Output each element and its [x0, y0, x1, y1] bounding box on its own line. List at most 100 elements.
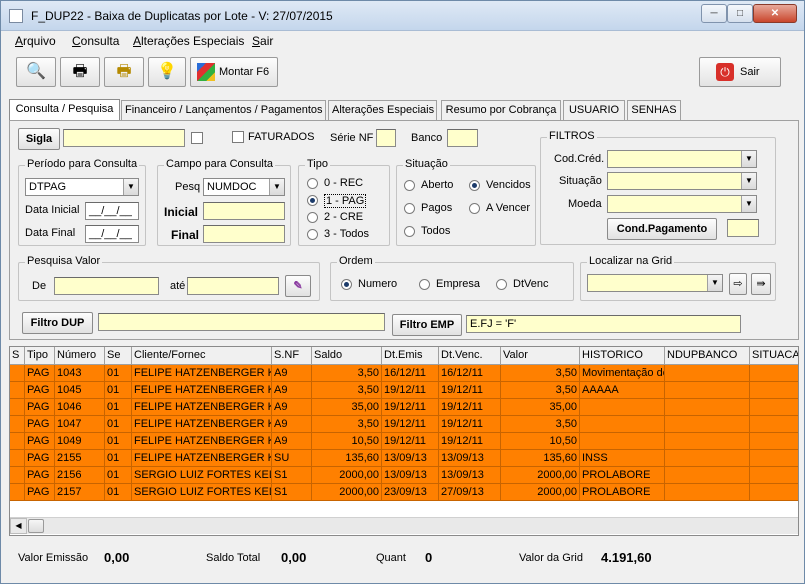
- sigla-button[interactable]: Sigla: [18, 128, 60, 150]
- inicial-input[interactable]: [203, 202, 285, 220]
- codcred-label: Cod.Créd.: [554, 153, 605, 165]
- filtro-dup-input[interactable]: [98, 313, 385, 331]
- table-row[interactable]: PAG 2155 01 FELIPE HATZENBERGER K SU 135,60 13…: [10, 450, 798, 467]
- grid-cell: 13/09/13: [439, 450, 501, 467]
- filtro-dup-button[interactable]: Filtro DUP: [22, 312, 93, 334]
- grid-header-10[interactable]: HISTORICO: [580, 347, 665, 365]
- sit-avencer-radio[interactable]: [469, 203, 480, 214]
- sit-pagos-radio[interactable]: [404, 203, 415, 214]
- tab-senhas[interactable]: SENHAS: [627, 100, 681, 120]
- grid-header-9[interactable]: Valor: [501, 347, 580, 365]
- find-next-button[interactable]: ⇨: [729, 273, 747, 295]
- sair-button[interactable]: ⏻ Sair: [699, 57, 781, 87]
- faturados-checkbox[interactable]: [232, 131, 244, 143]
- localizar-label: Localizar na Grid: [587, 255, 675, 267]
- table-row[interactable]: PAG 1047 01 FELIPE HATZENBERGER K A9 3,50 19/1…: [10, 416, 798, 433]
- menu-alteracoes-especiais[interactable]: Alterações Especiais: [133, 34, 244, 48]
- sit-avencer-label: A Vencer: [486, 202, 531, 214]
- grid-cell: [580, 399, 665, 416]
- serie-nf-input[interactable]: [376, 129, 396, 147]
- grid-cell: 19/12/11: [382, 416, 439, 433]
- tab-consulta-pesquisa[interactable]: Consulta / Pesquisa: [9, 99, 120, 121]
- grid-header-11[interactable]: NDUPBANCO: [665, 347, 750, 365]
- sigla-input[interactable]: [63, 129, 185, 147]
- tab-resumo-cobranca[interactable]: Resumo por Cobrança: [441, 100, 561, 120]
- grid-cell: [10, 365, 25, 382]
- grid-cell: 19/12/11: [439, 399, 501, 416]
- print-preview-button[interactable]: 🖶: [104, 57, 144, 87]
- tab-alteracoes-especiais[interactable]: Alterações Especiais: [328, 100, 437, 120]
- horizontal-scrollbar[interactable]: ◀: [10, 517, 798, 534]
- moeda-select[interactable]: ▼: [607, 195, 757, 213]
- data-final-input[interactable]: __/__/__: [85, 225, 139, 243]
- codcred-select[interactable]: ▼: [607, 150, 757, 168]
- valor-de-input[interactable]: [54, 277, 159, 295]
- filtro-emp-input[interactable]: E.FJ = 'F': [466, 315, 741, 333]
- table-row[interactable]: PAG 1043 01 FELIPE HATZENBERGER K A9 3,50 16/1…: [10, 365, 798, 382]
- eraser-button[interactable]: ✎: [285, 275, 311, 297]
- sigla-checkbox[interactable]: [191, 132, 203, 144]
- table-row[interactable]: PAG 1045 01 FELIPE HATZENBERGER K A9 3,50 19/1…: [10, 382, 798, 399]
- tipo-todos-radio[interactable]: [307, 229, 318, 240]
- banco-input[interactable]: [447, 129, 478, 147]
- data-inicial-input[interactable]: __/__/__: [85, 202, 139, 220]
- grid-cell: [10, 382, 25, 399]
- ordem-empresa-radio[interactable]: [419, 279, 430, 290]
- menu-arquivo[interactable]: Arquivo: [15, 34, 56, 48]
- table-row[interactable]: PAG 2157 01 SERGIO LUIZ FORTES KEL S1 2000,00…: [10, 484, 798, 501]
- lamp-button[interactable]: 💡: [148, 57, 186, 87]
- scroll-thumb[interactable]: [28, 519, 44, 533]
- print-button[interactable]: 🖶: [60, 57, 100, 87]
- final-input[interactable]: [203, 225, 285, 243]
- double-arrow-right-icon: ⇛: [756, 278, 766, 290]
- grid-header-5[interactable]: S.NF: [272, 347, 312, 365]
- search-button[interactable]: 🔍: [16, 57, 56, 87]
- grid-header-2[interactable]: Número: [55, 347, 105, 365]
- close-button[interactable]: ✕: [753, 4, 797, 23]
- tab-usuario[interactable]: USUARIO: [563, 100, 625, 120]
- tipo-rec-radio[interactable]: [307, 178, 318, 189]
- ordem-dtvenc-radio[interactable]: [496, 279, 507, 290]
- tab-financeiro[interactable]: Financeiro / Lançamentos / Pagamentos: [121, 100, 326, 120]
- localizar-select[interactable]: ▼: [587, 274, 723, 292]
- menu-sair[interactable]: Sair: [252, 34, 273, 48]
- periodo-select[interactable]: DTPAG ▼: [25, 178, 139, 196]
- grid-cell: FELIPE HATZENBERGER K: [132, 382, 272, 399]
- table-row[interactable]: PAG 1046 01 FELIPE HATZENBERGER K A9 35,00 19/…: [10, 399, 798, 416]
- scroll-left-icon[interactable]: ◀: [10, 518, 27, 534]
- montar-button[interactable]: Montar F6: [190, 57, 278, 87]
- tipo-cre-radio[interactable]: [307, 212, 318, 223]
- table-row[interactable]: PAG 1049 01 FELIPE HATZENBERGER K A9 10,50 19/…: [10, 433, 798, 450]
- banco-label: Banco: [411, 132, 443, 144]
- printer-yellow-icon: 🖶: [116, 63, 132, 80]
- filtros-group: FILTROS Cod.Créd. ▼ Situação ▼ Moeda ▼ C…: [540, 130, 776, 245]
- situacao-select[interactable]: ▼: [607, 172, 757, 190]
- cond-pagamento-input[interactable]: [727, 219, 759, 237]
- grid-header-7[interactable]: Dt.Emis: [382, 347, 439, 365]
- valor-ate-input[interactable]: [187, 277, 279, 295]
- minimize-button[interactable]: ─: [701, 4, 727, 23]
- cond-pagamento-button[interactable]: Cond.Pagamento: [607, 218, 717, 240]
- grid-header-8[interactable]: Dt.Venc.: [439, 347, 501, 365]
- duplicatas-grid[interactable]: S Tipo Número Se Cliente/Fornec S.NF Saldo Dt.E…: [9, 346, 799, 536]
- sit-aberto-radio[interactable]: [404, 180, 415, 191]
- menu-consulta[interactable]: Consulta: [72, 34, 119, 48]
- sit-vencidos-radio[interactable]: [469, 180, 480, 191]
- grid-header-6[interactable]: Saldo: [312, 347, 382, 365]
- tipo-pag-label: 1 - PAG: [324, 194, 367, 208]
- pesq-select[interactable]: NUMDOC ▼: [203, 178, 285, 196]
- tipo-pag-radio[interactable]: [307, 195, 318, 206]
- grid-header-4[interactable]: Cliente/Fornec: [132, 347, 272, 365]
- grid-header-1[interactable]: Tipo: [25, 347, 55, 365]
- maximize-button[interactable]: □: [727, 4, 753, 23]
- find-last-button[interactable]: ⇛: [751, 273, 771, 295]
- grid-header-3[interactable]: Se: [105, 347, 132, 365]
- filtro-emp-button[interactable]: Filtro EMP: [392, 314, 462, 336]
- grid-header-12[interactable]: SITUACA: [750, 347, 798, 365]
- table-row[interactable]: PAG 2156 01 SERGIO LUIZ FORTES KEL S1 2000,00…: [10, 467, 798, 484]
- grid-cell: FELIPE HATZENBERGER K: [132, 365, 272, 382]
- sit-todos-radio[interactable]: [404, 226, 415, 237]
- grid-header-0[interactable]: S: [10, 347, 25, 365]
- ordem-numero-radio[interactable]: [341, 279, 352, 290]
- grid-cell: [580, 416, 665, 433]
